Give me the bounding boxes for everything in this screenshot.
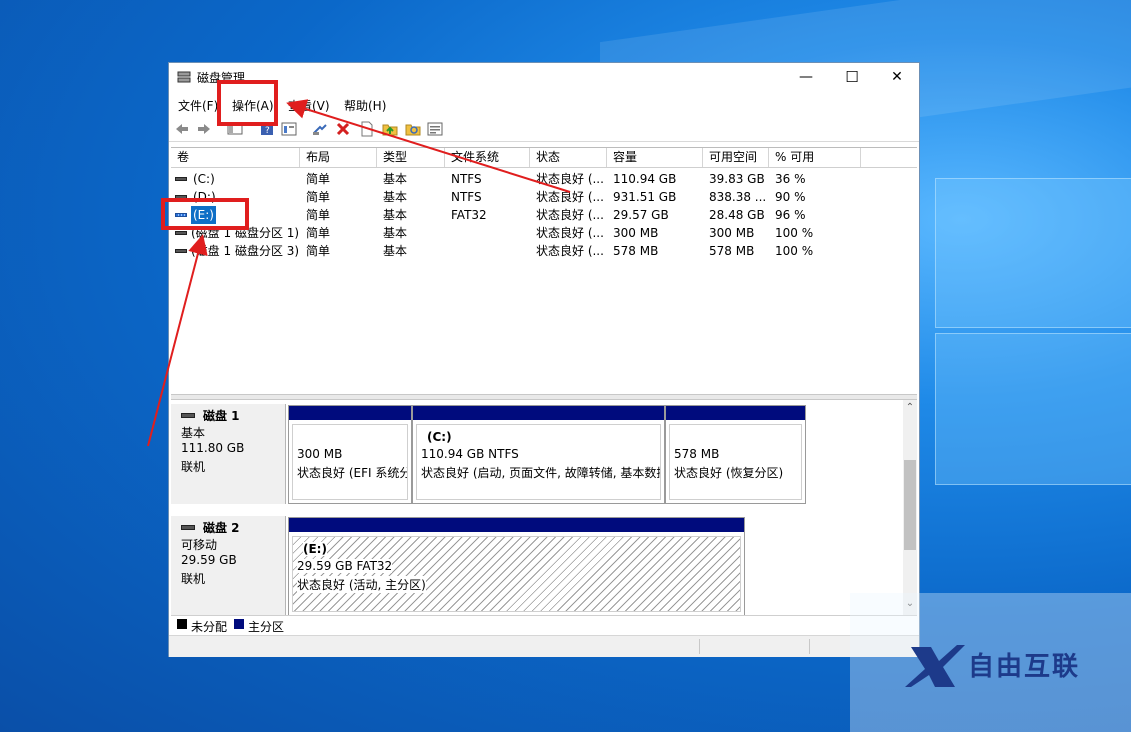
watermark-logo-icon: [905, 645, 965, 687]
arrow-to-e-volume: [147, 234, 208, 447]
arrow-to-action-menu: [286, 99, 571, 193]
watermark: 自由互联: [850, 593, 1131, 732]
watermark-text: 自由互联: [968, 652, 1081, 682]
